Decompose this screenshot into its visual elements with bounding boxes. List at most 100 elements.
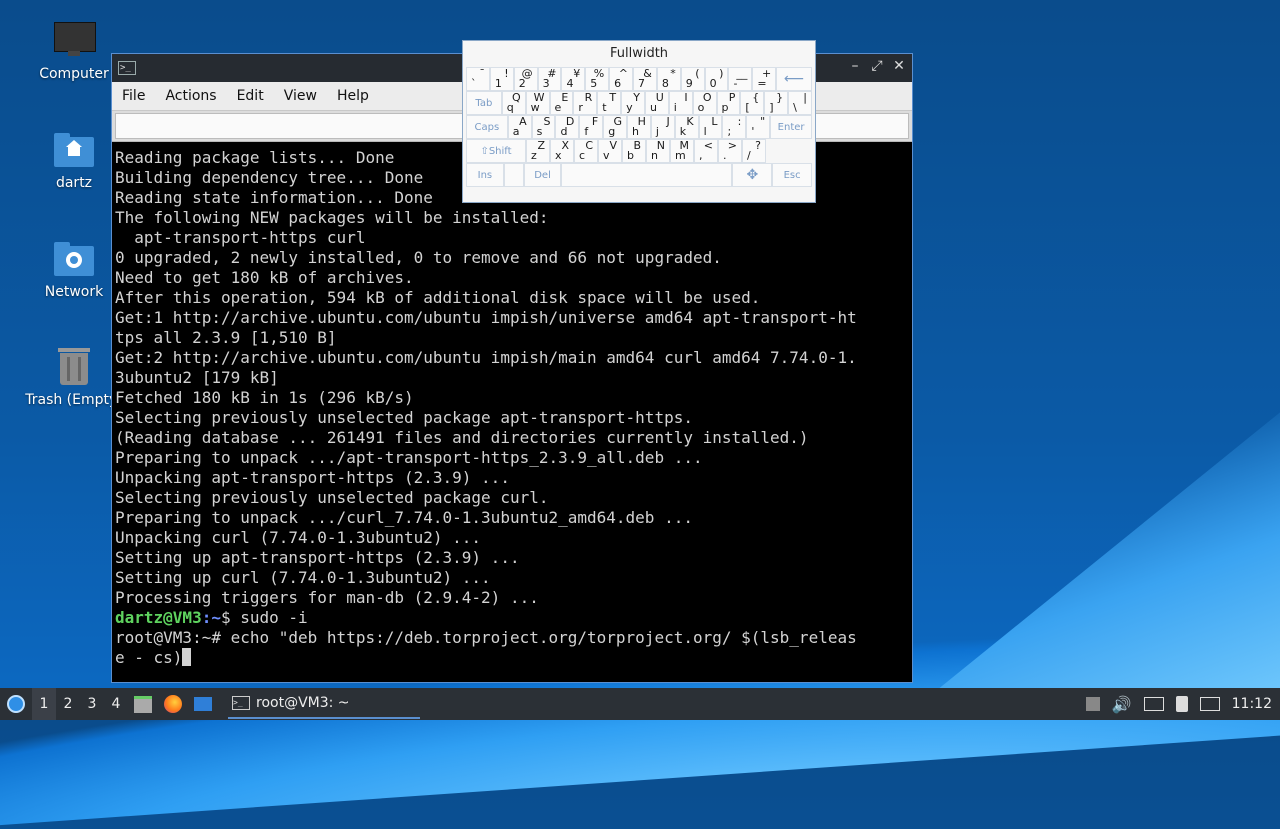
key-del[interactable]: Del: [523, 163, 562, 187]
key-lower: q: [506, 101, 514, 114]
key[interactable]: Dd: [555, 115, 580, 139]
key-blank[interactable]: [503, 163, 524, 187]
terminal-line: Get:1 http://archive.ubuntu.com/ubuntu i…: [115, 308, 857, 327]
key[interactable]: <,: [694, 139, 718, 163]
key[interactable]: >.: [718, 139, 742, 163]
key[interactable]: Mm: [670, 139, 694, 163]
key[interactable]: Vv: [598, 139, 622, 163]
key[interactable]: Uu: [644, 91, 669, 115]
key[interactable]: Yy: [621, 91, 645, 115]
terminal-line: tps all 2.3.9 [1,510 B]: [115, 328, 337, 347]
key[interactable]: & 7: [633, 67, 657, 91]
key[interactable]: Qq: [501, 91, 526, 115]
file-manager-icon[interactable]: [128, 688, 158, 720]
clipboard-icon[interactable]: [1175, 696, 1188, 712]
key[interactable]: @2: [513, 67, 538, 91]
key[interactable]: }]: [764, 91, 789, 115]
backspace-icon[interactable]: ⟵: [776, 67, 812, 91]
key-enter[interactable]: Enter: [770, 115, 812, 139]
key[interactable]: Nn: [646, 139, 670, 163]
menu-help[interactable]: Help: [327, 88, 379, 104]
taskbar-terminal-button[interactable]: >_ root@VM3: ~: [228, 689, 420, 719]
key[interactable]: Ll: [698, 115, 723, 139]
key[interactable]: __ -: [728, 67, 753, 91]
key[interactable]: Ee: [549, 91, 574, 115]
key[interactable]: Gg: [603, 115, 628, 139]
key[interactable]: Tt: [597, 91, 622, 115]
key[interactable]: Bb: [622, 139, 646, 163]
key-caps[interactable]: Caps: [466, 115, 508, 139]
key[interactable]: Cc: [574, 139, 598, 163]
key[interactable]: Oo: [692, 91, 717, 115]
menu-view[interactable]: View: [274, 88, 327, 104]
prompt-symbol: $: [220, 608, 231, 627]
key[interactable]: % 5: [585, 67, 610, 91]
key-space[interactable]: [561, 163, 733, 187]
keyboard-row-5: Ins Del ✥ Esc: [466, 163, 812, 187]
key[interactable]: ? /: [742, 139, 766, 163]
key-lower: 9: [685, 77, 693, 90]
key[interactable]: Ff: [579, 115, 604, 139]
key[interactable]: " ': [746, 115, 771, 139]
key[interactable]: {[: [740, 91, 765, 115]
key[interactable]: Aa: [507, 115, 532, 139]
key[interactable]: Kk: [674, 115, 699, 139]
minimize-icon[interactable]: –: [848, 58, 862, 74]
onscreen-keyboard[interactable]: Fullwidth ¯ `! 1 @2 #3 ¥4% 5 ^ 6 & 7 * 8(9) 0 __ - + = ⟵ T…: [462, 40, 816, 203]
key-tab[interactable]: Tab: [466, 91, 502, 115]
key-upper: N: [656, 139, 665, 152]
key-upper: ¥: [573, 67, 581, 80]
menu-edit[interactable]: Edit: [227, 88, 274, 104]
move-handle-icon[interactable]: ✥: [732, 163, 773, 187]
key-lower: 7: [638, 77, 646, 90]
key[interactable]: Ii: [668, 91, 693, 115]
keyboard-icon[interactable]: [1199, 697, 1220, 711]
key[interactable]: | \: [788, 91, 812, 115]
menu-file[interactable]: File: [112, 88, 155, 104]
network-folder-icon: [54, 238, 94, 278]
key[interactable]: #3: [537, 67, 562, 91]
firefox-icon[interactable]: [158, 688, 188, 720]
key[interactable]: * 8: [656, 67, 681, 91]
terminal-line: Preparing to unpack .../curl_7.74.0-1.3u…: [115, 508, 693, 527]
key[interactable]: Ss: [531, 115, 556, 139]
key-esc[interactable]: Esc: [772, 163, 812, 187]
key[interactable]: Zz: [526, 139, 550, 163]
key-shift[interactable]: ⇧ Shift: [466, 139, 526, 163]
key[interactable]: ¥4: [561, 67, 586, 91]
workspace-1[interactable]: 1: [32, 688, 56, 720]
key[interactable]: Xx: [550, 139, 574, 163]
workspace-3[interactable]: 3: [80, 688, 104, 720]
key[interactable]: Jj: [650, 115, 675, 139]
key-lower: 2: [518, 77, 526, 90]
key[interactable]: ^ 6: [609, 67, 634, 91]
key-lower: -: [733, 77, 738, 90]
key-upper: B: [633, 139, 641, 152]
terminal-output[interactable]: Reading package lists... Done Building de…: [114, 146, 910, 680]
maximize-icon[interactable]: ⤢: [870, 58, 884, 74]
key-upper: I: [684, 91, 688, 104]
volume-icon[interactable]: 🔊: [1112, 695, 1132, 714]
tray-arrow-icon[interactable]: [1085, 697, 1100, 711]
workspace-4[interactable]: 4: [104, 688, 128, 720]
key-upper: ): [719, 67, 724, 80]
start-menu-icon[interactable]: [0, 688, 32, 720]
close-icon[interactable]: ✕: [892, 58, 906, 74]
key[interactable]: Hh: [627, 115, 651, 139]
key[interactable]: ! 1: [489, 67, 514, 91]
key-lower: h: [632, 125, 640, 138]
key[interactable]: ¯ `: [466, 67, 490, 91]
key[interactable]: Pp: [716, 91, 741, 115]
key[interactable]: Ww: [525, 91, 550, 115]
show-desktop-icon[interactable]: [188, 688, 218, 720]
key[interactable]: (9: [680, 67, 705, 91]
key[interactable]: ) 0: [704, 67, 729, 91]
key-ins[interactable]: Ins: [466, 163, 504, 187]
workspace-2[interactable]: 2: [56, 688, 80, 720]
menu-actions[interactable]: Actions: [155, 88, 226, 104]
key[interactable]: :;: [722, 115, 747, 139]
key[interactable]: + =: [752, 67, 777, 91]
key-upper: U: [655, 91, 664, 104]
key[interactable]: Rr: [573, 91, 598, 115]
network-icon[interactable]: [1143, 697, 1164, 711]
